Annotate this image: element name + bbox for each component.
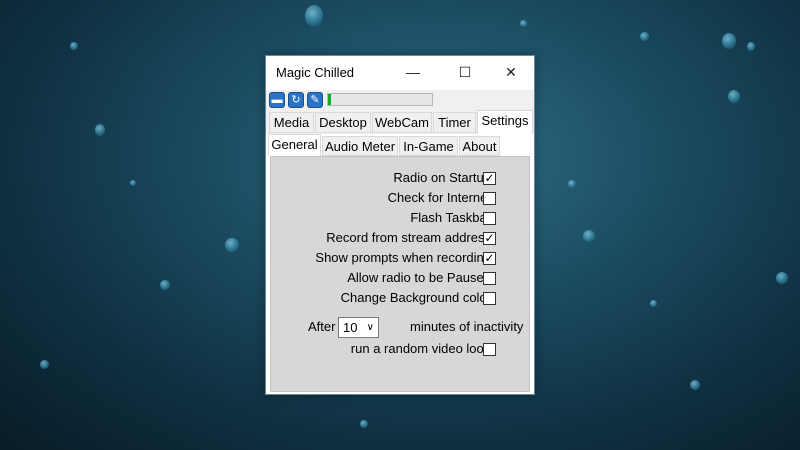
minutes-dropdown[interactable]: 10 ∨ bbox=[338, 317, 379, 338]
raindrop bbox=[225, 238, 239, 252]
raindrop bbox=[722, 33, 736, 49]
option-label: Show prompts when recording bbox=[315, 250, 491, 265]
folder-icon[interactable]: ▬ bbox=[269, 92, 285, 108]
checkbox-record-from-stream[interactable]: ✓ bbox=[483, 232, 496, 245]
checkbox-allow-pause[interactable] bbox=[483, 272, 496, 285]
option-label: Allow radio to be Paused bbox=[347, 270, 491, 285]
checkbox-radio-on-startup[interactable]: ✓ bbox=[483, 172, 496, 185]
raindrop bbox=[728, 90, 740, 103]
window-title: Magic Chilled bbox=[276, 65, 355, 80]
option-label: Flash Taskbar bbox=[410, 210, 491, 225]
toolbar: ▬ ↻ ✎ bbox=[266, 90, 534, 112]
option-label: Change Background color bbox=[340, 290, 491, 305]
raindrop bbox=[568, 180, 576, 188]
raindrop bbox=[70, 42, 78, 50]
progress-fill bbox=[328, 94, 332, 105]
raindrop bbox=[690, 380, 700, 390]
tab-settings[interactable]: Settings bbox=[477, 110, 533, 134]
tab-in-game[interactable]: In-Game bbox=[399, 136, 458, 156]
option-label: Check for Internet bbox=[387, 190, 491, 205]
raindrop bbox=[583, 230, 595, 242]
settings-subtabs: General Audio Meter In-Game About bbox=[266, 134, 534, 156]
checkbox-show-prompts[interactable]: ✓ bbox=[483, 252, 496, 265]
minimize-button[interactable]: — bbox=[390, 56, 436, 88]
app-window: Magic Chilled — ☐ ✕ ▬ ↻ ✎ Media Desktop … bbox=[265, 55, 535, 395]
title-bar[interactable]: Magic Chilled — ☐ ✕ bbox=[266, 56, 534, 90]
wrench-icon[interactable]: ✎ bbox=[307, 92, 323, 108]
main-tabs: Media Desktop WebCam Timer Settings bbox=[266, 110, 534, 134]
raindrop bbox=[160, 280, 170, 290]
raindrop bbox=[130, 180, 136, 186]
checkbox-flash-taskbar[interactable] bbox=[483, 212, 496, 225]
raindrop bbox=[747, 42, 755, 51]
option-label: Record from stream address bbox=[326, 230, 491, 245]
loop-label: run a random video loop bbox=[350, 341, 491, 356]
raindrop bbox=[40, 360, 49, 369]
tab-media[interactable]: Media bbox=[269, 112, 314, 133]
tab-audio-meter[interactable]: Audio Meter bbox=[322, 136, 398, 156]
checkbox-change-background[interactable] bbox=[483, 292, 496, 305]
tab-desktop[interactable]: Desktop bbox=[315, 112, 371, 133]
raindrop bbox=[520, 20, 527, 27]
raindrop bbox=[650, 300, 657, 307]
minutes-value: 10 bbox=[343, 320, 358, 335]
checkbox-random-video-loop[interactable] bbox=[483, 343, 496, 356]
general-settings: Radio on Startup ✓ Check for Internet Fl… bbox=[270, 156, 530, 392]
tab-webcam[interactable]: WebCam bbox=[372, 112, 432, 133]
settings-panel: General Audio Meter In-Game About Radio … bbox=[266, 134, 534, 394]
refresh-icon[interactable]: ↻ bbox=[288, 92, 304, 108]
option-label: Radio on Startup bbox=[393, 170, 491, 185]
close-button[interactable]: ✕ bbox=[488, 56, 534, 88]
tab-about[interactable]: About bbox=[459, 136, 500, 156]
inactivity-suffix: minutes of inactivity bbox=[410, 319, 524, 334]
tab-general[interactable]: General bbox=[268, 134, 321, 156]
progress-bar bbox=[327, 93, 433, 106]
raindrop bbox=[360, 420, 368, 428]
inactivity-prefix: After bbox=[308, 319, 336, 334]
raindrop bbox=[95, 124, 105, 136]
raindrop bbox=[305, 5, 323, 27]
tab-timer[interactable]: Timer bbox=[433, 112, 476, 133]
raindrop bbox=[640, 32, 649, 41]
checkbox-check-for-internet[interactable] bbox=[483, 192, 496, 205]
maximize-button[interactable]: ☐ bbox=[442, 56, 488, 88]
raindrop bbox=[776, 272, 788, 284]
chevron-down-icon: ∨ bbox=[366, 322, 374, 333]
